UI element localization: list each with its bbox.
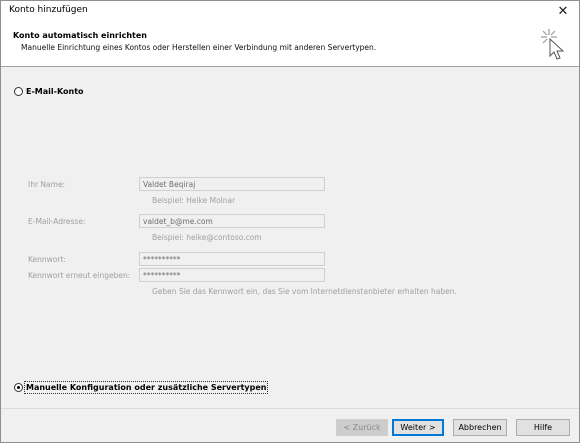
back-button[interactable]: < Zurück <box>336 419 388 436</box>
email-account-option[interactable]: E-Mail-Konto <box>14 87 84 96</box>
header-panel: Konto automatisch einrichten Manuelle Ei… <box>1 21 579 67</box>
header-title: Konto automatisch einrichten <box>13 31 147 40</box>
name-hint: Beispiel: Heike Molnar <box>152 196 236 205</box>
password-field: ********** <box>139 252 325 266</box>
email-account-label: E-Mail-Konto <box>26 87 84 96</box>
add-account-dialog: Konto hinzufügen ✕ Konto automatisch ein… <box>0 0 580 443</box>
close-icon[interactable]: ✕ <box>547 1 579 21</box>
header-subtitle: Manuelle Einrichtung eines Kontos oder H… <box>21 43 377 52</box>
next-button[interactable]: Weiter > <box>392 419 444 436</box>
title-bar: Konto hinzufügen ✕ <box>1 1 579 21</box>
name-label: Ihr Name: <box>28 180 66 189</box>
magic-wand-icon <box>541 29 565 60</box>
name-field: Valdet Beqiraj <box>139 177 325 191</box>
email-label: E-Mail-Adresse: <box>28 217 86 226</box>
manual-config-label: Manuelle Konfiguration oder zusätzliche … <box>23 381 269 394</box>
password-repeat-label: Kennwort erneut eingeben: <box>28 271 131 280</box>
password-hint: Geben Sie das Kennwort ein, das Sie vom … <box>152 287 457 296</box>
manual-config-radio[interactable] <box>14 383 23 392</box>
email-account-radio[interactable] <box>14 87 23 96</box>
footer-divider <box>1 408 579 409</box>
cancel-button[interactable]: Abbrechen <box>453 419 507 436</box>
help-button[interactable]: Hilfe <box>516 419 570 436</box>
window-title: Konto hinzufügen <box>9 5 88 15</box>
email-hint: Beispiel: heike@contoso.com <box>152 233 262 242</box>
manual-config-option[interactable]: Manuelle Konfiguration oder zusätzliche … <box>14 381 269 394</box>
password-repeat-field: ********** <box>139 268 325 282</box>
email-field: valdet_b@me.com <box>139 214 325 228</box>
password-label: Kennwort: <box>28 255 66 264</box>
